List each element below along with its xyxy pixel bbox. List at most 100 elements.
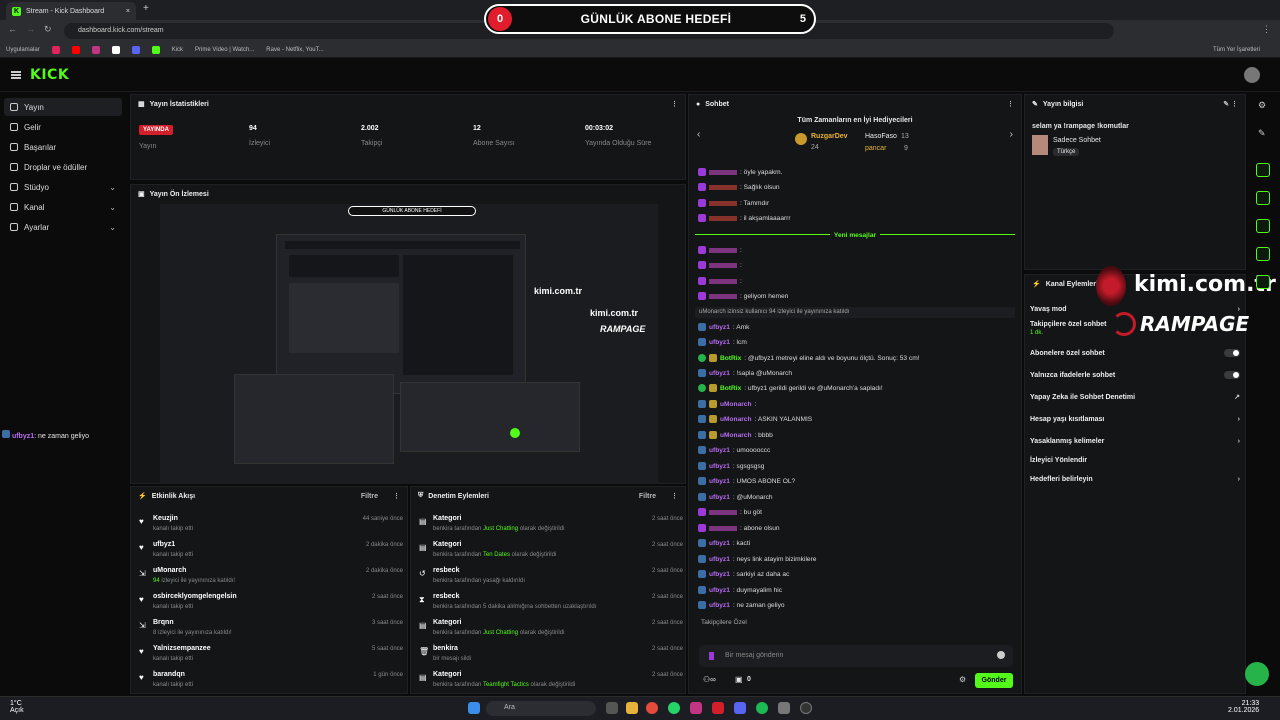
chat-username[interactable]: ufbyz1 [709,339,730,346]
feed-user[interactable]: Keuzjin [153,515,178,522]
stream-category[interactable]: Sadece Sohbet [1053,137,1101,144]
emoji-icon[interactable] [997,651,1005,659]
gifter-name[interactable]: HasoFaso [865,133,897,140]
browser-tab[interactable]: K Stream - Kick Dashboard × [6,2,136,20]
chat-username[interactable]: uMonarch [720,416,752,423]
sidebar-item-achievements[interactable]: Başarılar [4,138,122,156]
chat-username[interactable] [709,200,737,206]
taskview-icon[interactable] [606,702,618,714]
spotify-icon[interactable] [756,702,768,714]
feed-user[interactable]: barandqn [153,671,185,678]
feed-user[interactable]: ufbyz1 [153,541,175,548]
bookmark-rave[interactable]: Rave - Netflix, YouT... [266,47,323,53]
edit-icon[interactable]: ✎ ⋮ [1223,100,1238,108]
chat-username[interactable]: BotRix [720,355,741,362]
chat-username[interactable] [709,525,737,531]
sidebar-item-channel[interactable]: Kanal ⌄ [4,198,122,216]
chat-username[interactable] [709,247,737,253]
feed-user[interactable]: Brqnn [153,619,174,626]
explorer-icon[interactable] [626,702,638,714]
rail-action-icon[interactable] [1256,275,1270,289]
goals-link[interactable]: Hedefleri belirleyin › [1030,470,1240,488]
chevron-right-icon[interactable]: › [1010,129,1013,140]
chat-username[interactable]: uMonarch [720,432,752,439]
kick-bookmark-icon[interactable] [151,45,160,54]
chat-username[interactable] [709,262,737,268]
emotes-only-toggle[interactable]: Yalnızca ifadelerle sohbet [1030,366,1240,384]
bookmark-icon[interactable] [51,45,60,54]
instagram-icon[interactable] [91,45,100,54]
feed-user[interactable]: osbirceklyomgelengelsin [153,593,237,600]
discord-icon[interactable] [131,45,140,54]
menu-icon[interactable] [11,71,21,79]
toggle-switch[interactable] [1224,371,1240,379]
ai-moderation-link[interactable]: Yapay Zeka ile Sohbet Denetimi ↗ [1030,388,1240,406]
stream-preview-video[interactable]: GÜNLÜK ABONE HEDEFİ kimi.com.tr kimi.com… [160,204,658,484]
chat-username[interactable]: ufbyz1 [709,447,730,454]
chat-username[interactable]: ufbyz1 [709,571,730,578]
avatar[interactable] [1244,67,1260,83]
chat-input[interactable]: Bir mesaj gönderin [699,645,1013,667]
users-icon[interactable]: ⚇∞ [703,675,716,684]
chat-username[interactable]: ufbyz1 [709,494,730,501]
kick-logo[interactable]: KICK [30,67,69,83]
app-icon[interactable] [712,702,724,714]
raid-button[interactable]: İzleyici Yönlendir [1030,451,1240,469]
account-age-link[interactable]: Hesap yaşı kısıtlaması › [1030,410,1240,428]
support-chat-icon[interactable] [1245,662,1269,686]
chat-username[interactable]: ufbyz1 [709,556,730,563]
banned-words-link[interactable]: Yasaklanmış kelimeler › [1030,432,1240,450]
youtube-icon[interactable] [71,45,80,54]
toggle-switch[interactable] [1224,349,1240,357]
bookmark-apps[interactable]: Uygulamalar [6,47,40,53]
rail-action-icon[interactable] [1256,163,1270,177]
weather-widget[interactable]: 1°C Açık [10,700,24,714]
chat-username[interactable]: ufbyz1 [709,540,730,547]
instagram-icon[interactable] [690,702,702,714]
obs-icon[interactable] [800,702,812,714]
more-icon[interactable]: ⋮ [671,492,678,500]
settings-icon[interactable]: ⚙ [1258,100,1266,111]
chat-username[interactable]: ufbyz1 [709,463,730,470]
sidebar-item-revenue[interactable]: Gelir [4,118,122,136]
discord-icon[interactable] [734,702,746,714]
bookmark-kick[interactable]: Kick [172,47,183,53]
forward-icon[interactable]: → [26,24,35,34]
more-icon[interactable]: ⋮ [671,100,678,108]
close-tab-icon[interactable]: × [126,8,130,15]
chat-username[interactable] [709,278,737,284]
chat-username[interactable] [709,293,737,299]
sidebar-item-studio[interactable]: Stüdyo ⌄ [4,178,122,196]
send-button[interactable]: Gönder [975,673,1013,688]
chevron-left-icon[interactable]: ‹ [697,129,700,140]
sidebar-item-drops[interactable]: Droplar ve ödüller [4,158,122,176]
chat-username[interactable]: ufbyz1 [709,370,730,377]
chat-username[interactable]: ufbyz1 [12,433,34,440]
taskbar-search[interactable]: Ara [486,701,596,716]
gift-icon[interactable]: ▣ [735,675,743,684]
gifter-name[interactable]: RuzgarDev [811,133,848,140]
clock[interactable]: 21:33 2.01.2026 [1228,700,1259,714]
start-icon[interactable] [468,702,480,714]
rail-action-icon[interactable] [1256,247,1270,261]
subs-only-toggle[interactable]: Abonelere özel sohbet [1030,344,1240,362]
bookmark-prime[interactable]: Prime Video | Watch... [195,47,254,53]
chat-username[interactable]: ufbyz1 [709,587,730,594]
chat-username[interactable] [709,215,737,221]
chat-username[interactable] [709,184,737,190]
all-bookmarks[interactable]: Tüm Yer İşaretleri [1213,47,1260,53]
chat-username[interactable]: ufbyz1 [709,602,730,609]
chat-username[interactable]: BotRix [720,385,741,392]
pencil-icon[interactable]: ✎ [1258,128,1266,139]
sidebar-item-stream[interactable]: Yayın [4,98,122,116]
feed-user[interactable]: uMonarch [153,567,186,574]
more-icon[interactable]: ⋮ [1007,100,1014,108]
filter-button[interactable]: Filtre [639,493,656,500]
app-icon[interactable] [778,702,790,714]
gear-icon[interactable]: ⚙ [959,675,966,684]
browser-menu-icon[interactable]: ⋮ [1262,24,1271,35]
back-icon[interactable]: ← [8,24,17,34]
filter-button[interactable]: Filtre [361,493,378,500]
chat-username[interactable] [709,509,737,515]
sidebar-item-settings[interactable]: Ayarlar ⌄ [4,218,122,236]
